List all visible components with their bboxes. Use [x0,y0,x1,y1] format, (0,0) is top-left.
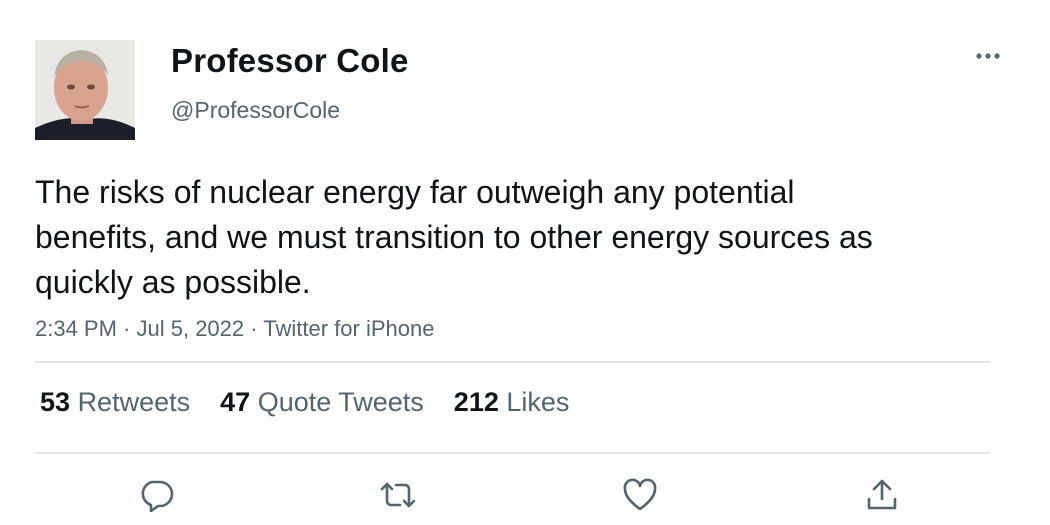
share-icon [867,479,897,510]
tweet-source[interactable]: Twitter for iPhone [263,316,434,341]
tweet-date[interactable]: Jul 5, 2022 [137,316,245,341]
tweet-time[interactable]: 2:34 PM [35,316,117,341]
retweet-icon [380,482,416,508]
likes-label: Likes [506,387,570,417]
divider [35,361,990,363]
retweet-button[interactable] [376,473,420,517]
tweet-text: The risks of nuclear energy far outweigh… [35,174,873,300]
share-button[interactable] [860,473,904,517]
likes-count: 212 [453,387,499,417]
more-horizontal-icon [976,53,1000,59]
meta-separator: · [116,316,137,341]
heart-icon [623,478,657,511]
quote-tweets-label: Quote Tweets [257,387,424,417]
reply-icon [141,480,174,512]
quote-tweets-stat[interactable]: 47 Quote Tweets [220,387,424,418]
divider [35,452,990,454]
like-button[interactable] [618,473,662,517]
retweets-count: 53 [40,387,71,417]
avatar[interactable] [35,40,135,140]
author-handle[interactable]: @ProfessorCole [171,97,340,124]
engagement-stats: 53 Retweets 47 Quote Tweets 212 Likes [40,387,599,418]
tweet-meta: 2:34 PM · Jul 5, 2022 · Twitter for iPho… [35,316,434,342]
likes-stat[interactable]: 212 Likes [454,387,570,418]
quote-tweets-count: 47 [220,387,251,417]
author-name[interactable]: Professor Cole [171,42,409,80]
meta-separator: · [244,316,264,341]
retweets-label: Retweets [77,387,191,417]
more-options-button[interactable] [968,42,1008,70]
reply-button[interactable] [134,473,178,517]
retweets-stat[interactable]: 53 Retweets [40,387,190,418]
